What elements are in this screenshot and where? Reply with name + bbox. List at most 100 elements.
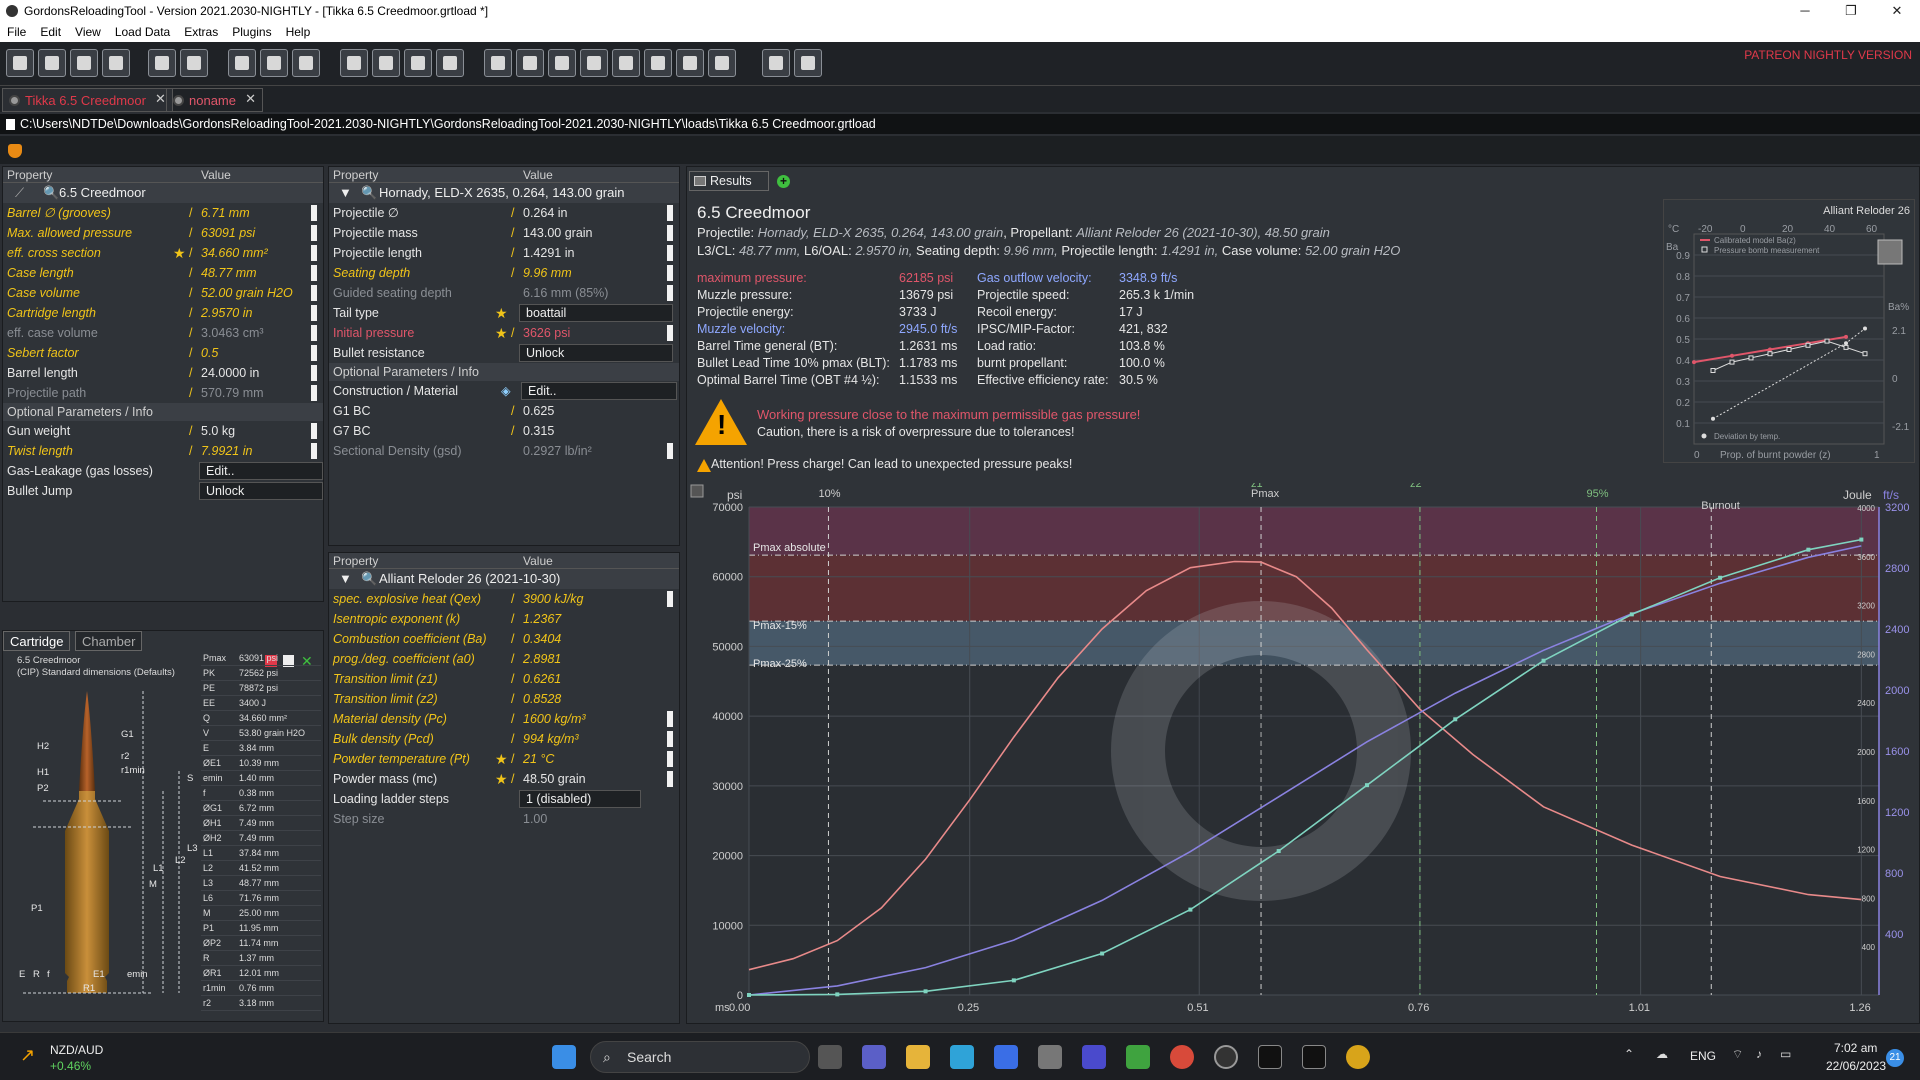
grid-icon[interactable] xyxy=(516,49,544,77)
taskbar-search[interactable]: ⌕ Search xyxy=(590,1041,810,1073)
projectile-prop-row[interactable]: Tail type ★ boattail xyxy=(329,303,679,323)
tab-tikka[interactable]: Tikka 6.5 Creedmoor ✕ xyxy=(2,88,173,112)
gauge-icon[interactable] xyxy=(612,49,640,77)
app-icon[interactable] xyxy=(1258,1045,1282,1069)
tab-results[interactable]: Results xyxy=(689,171,769,191)
wifi-icon[interactable]: ⌔ xyxy=(1732,1047,1743,1062)
xbox-icon[interactable] xyxy=(1126,1045,1150,1069)
powder-prop-row[interactable]: Loading ladder steps 1 (disabled) xyxy=(329,789,679,809)
file-explorer-icon[interactable] xyxy=(906,1045,930,1069)
powder-icon[interactable] xyxy=(436,49,464,77)
diamond-icon[interactable]: ◈ xyxy=(501,381,511,401)
language-indicator[interactable]: ENG xyxy=(1690,1049,1716,1063)
cartridge-selector[interactable]: ⟋ 🔍 6.5 Creedmoor xyxy=(3,183,323,203)
cartridge-prop-row[interactable]: Max. allowed pressure/63091 psi xyxy=(3,223,323,243)
chart-icon[interactable] xyxy=(708,49,736,77)
construction-edit-button[interactable]: Edit.. xyxy=(521,382,677,400)
cartridge-prop-row[interactable]: Sebert factor/0.5 xyxy=(3,343,323,363)
menu-file[interactable]: File xyxy=(0,25,33,39)
plugin-icon[interactable] xyxy=(8,144,22,158)
scale-icon[interactable] xyxy=(484,49,512,77)
value-handle[interactable] xyxy=(311,443,317,459)
projectile-prop-button[interactable]: Unlock xyxy=(519,344,673,362)
cartridge-prop-row[interactable]: Case length/48.77 mm xyxy=(3,263,323,283)
settings-icon[interactable] xyxy=(762,49,790,77)
store-icon[interactable] xyxy=(994,1045,1018,1069)
value-handle[interactable] xyxy=(311,225,317,241)
pen-icon[interactable] xyxy=(580,49,608,77)
twist-length-row[interactable]: Twist length/7.9921 in xyxy=(3,441,323,461)
projectile-prop-row[interactable]: Initial pressure ★/3626 psi xyxy=(329,323,679,343)
bullet-jump-unlock-button[interactable]: Unlock xyxy=(199,482,323,500)
value-handle[interactable] xyxy=(667,751,673,767)
chevron-up-icon[interactable]: ⌃ xyxy=(1624,1047,1634,1061)
g1-bc-row[interactable]: G1 BC/0.625 xyxy=(329,401,679,421)
reloading-tool-icon[interactable] xyxy=(1214,1045,1238,1069)
chart-toggle-icon[interactable] xyxy=(690,484,704,498)
pdf-icon[interactable] xyxy=(228,49,256,77)
value-handle[interactable] xyxy=(311,265,317,281)
ticker-name[interactable]: NZD/AUD xyxy=(50,1043,103,1057)
value-handle[interactable] xyxy=(667,265,673,281)
menu-edit[interactable]: Edit xyxy=(33,25,68,39)
collapse-icon[interactable]: ▼ xyxy=(339,569,352,589)
menu-plugins[interactable]: Plugins xyxy=(225,25,278,39)
clock-time[interactable]: 7:02 am xyxy=(1834,1041,1877,1055)
gun-weight-row[interactable]: Gun weight/5.0 kg xyxy=(3,421,323,441)
calculator-icon[interactable] xyxy=(794,49,822,77)
maximize-icon[interactable]: ❐ xyxy=(1828,0,1874,22)
gear-wheel-icon[interactable] xyxy=(644,49,672,77)
teams-icon[interactable] xyxy=(862,1045,886,1069)
cartridge-icon[interactable] xyxy=(372,49,400,77)
star-icon[interactable]: ★ xyxy=(495,769,508,789)
edge-icon[interactable] xyxy=(950,1045,974,1069)
powder-prop-row[interactable]: Material density (Pc)/1600 kg/m³ xyxy=(329,709,679,729)
powder-prop-row[interactable]: spec. explosive heat (Qex)/3900 kJ/kg xyxy=(329,589,679,609)
value-handle[interactable] xyxy=(311,205,317,221)
projectile-prop-row[interactable]: Bullet resistance Unlock xyxy=(329,343,679,363)
powder-prop-row[interactable]: Isentropic exponent (k)/1.2367 xyxy=(329,609,679,629)
star-icon[interactable]: ★ xyxy=(495,303,508,323)
projectile-prop-row[interactable]: Projectile mass/143.00 grain xyxy=(329,223,679,243)
app-icon[interactable] xyxy=(1346,1045,1370,1069)
cartridge-prop-row[interactable]: Projectile path/570.79 mm xyxy=(3,383,323,403)
battery-icon[interactable]: ▭ xyxy=(1780,1047,1791,1061)
value-handle[interactable] xyxy=(667,443,673,459)
app-icon[interactable] xyxy=(1082,1045,1106,1069)
value-handle[interactable] xyxy=(311,345,317,361)
tab-noname[interactable]: noname ✕ xyxy=(166,88,263,112)
cloud-icon[interactable]: ☁ xyxy=(1656,1047,1668,1061)
value-handle[interactable] xyxy=(667,771,673,787)
powder-prop-button[interactable]: 1 (disabled) xyxy=(519,790,641,808)
projectile-icon[interactable] xyxy=(404,49,432,77)
star-icon[interactable]: ★ xyxy=(495,749,508,769)
app-icon[interactable] xyxy=(1302,1045,1326,1069)
clock-date[interactable]: 22/06/2023 xyxy=(1826,1059,1886,1073)
value-handle[interactable] xyxy=(667,205,673,221)
volume-icon[interactable]: ♪ xyxy=(1756,1047,1762,1061)
cartridge-prop-row[interactable]: eff. case volume/3.0463 cm³ xyxy=(3,323,323,343)
cartridge-prop-row[interactable]: Cartridge length/2.9570 in xyxy=(3,303,323,323)
save-as-icon[interactable] xyxy=(180,49,208,77)
chrome-icon[interactable] xyxy=(1170,1045,1194,1069)
save-icon[interactable] xyxy=(148,49,176,77)
close-tab-icon[interactable]: ✕ xyxy=(245,87,256,111)
rifle-icon[interactable] xyxy=(340,49,368,77)
cartridge-prop-row[interactable]: Barrel ∅ (grooves)/6.71 mm xyxy=(3,203,323,223)
start-icon[interactable] xyxy=(552,1045,576,1069)
value-handle[interactable] xyxy=(311,285,317,301)
add-tab-icon[interactable]: + xyxy=(777,175,790,188)
value-handle[interactable] xyxy=(667,591,673,607)
wrench-icon[interactable] xyxy=(676,49,704,77)
powder-prop-row[interactable]: Transition limit (z1)/0.6261 xyxy=(329,669,679,689)
powder-prop-row[interactable]: Transition limit (z2)/0.8528 xyxy=(329,689,679,709)
projectile-prop-row[interactable]: Projectile ∅/0.264 in xyxy=(329,203,679,223)
projectile-prop-row[interactable]: Guided seating depth 6.16 mm (85%) xyxy=(329,283,679,303)
gas-leakage-edit-button[interactable]: Edit.. xyxy=(199,462,323,480)
value-handle[interactable] xyxy=(311,305,317,321)
tab-cartridge[interactable]: Cartridge xyxy=(3,631,71,651)
powder-prop-row[interactable]: prog./deg. coefficient (a0)/2.8981 xyxy=(329,649,679,669)
powder-prop-row[interactable]: Powder temperature (Pt) ★/21 °C xyxy=(329,749,679,769)
task-view-icon[interactable] xyxy=(818,1045,842,1069)
value-handle[interactable] xyxy=(311,365,317,381)
